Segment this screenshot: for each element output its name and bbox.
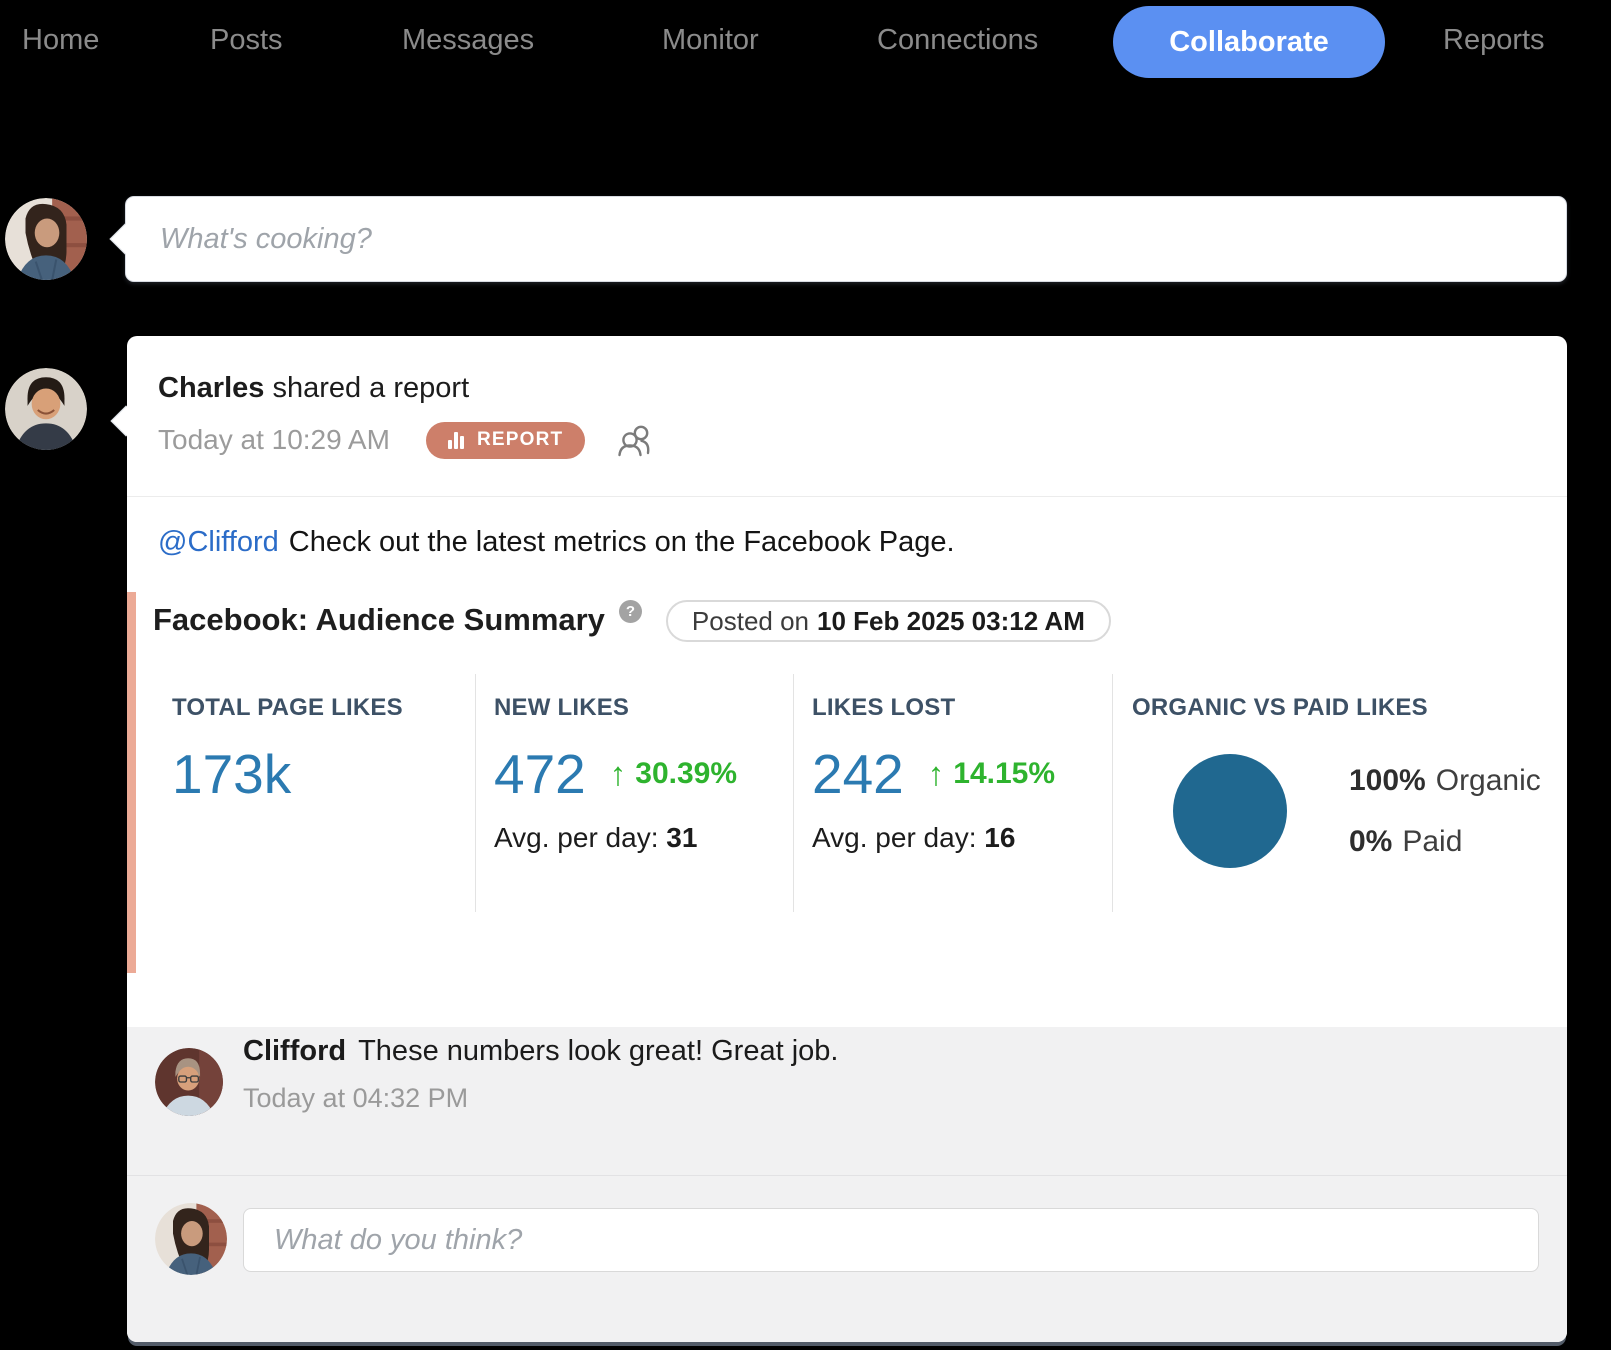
- nav-item-home[interactable]: Home: [22, 0, 99, 80]
- bar-chart-icon: [447, 431, 464, 449]
- nav-item-connections[interactable]: Connections: [877, 0, 1038, 80]
- team-icon[interactable]: [617, 424, 653, 457]
- metric-change-pct: 14.15%: [953, 757, 1056, 790]
- legend-pct: 100%: [1349, 763, 1426, 797]
- pie-legend: 100% Organic 0% Paid: [1349, 764, 1541, 859]
- legend-organic: 100% Organic: [1349, 764, 1541, 798]
- metric-label: NEW LIKES: [494, 694, 630, 721]
- posted-on-label: Posted on: [691, 605, 810, 636]
- nav-item-messages[interactable]: Messages: [402, 0, 534, 80]
- comments-section: Clifford These numbers look great! Great …: [127, 1027, 1567, 1342]
- legend-paid: 0% Paid: [1349, 825, 1541, 859]
- comment: Clifford These numbers look great! Great …: [243, 1035, 838, 1068]
- organic-paid-pie-chart: [1173, 754, 1287, 868]
- post-card: Charles shared a report Today at 10:29 A…: [110, 336, 1567, 1342]
- metric-total-page-likes: TOTAL PAGE LIKES 173k: [127, 674, 475, 912]
- post-header: Charles shared a report: [158, 372, 469, 405]
- avatar-clifford: [155, 1048, 223, 1116]
- collaborate-page: Home Posts Messages Monitor Connections …: [0, 0, 1611, 1350]
- metric-avg-per-day: Avg. per day: 16: [812, 822, 1112, 854]
- posted-on-pill: Posted on 10 Feb 2025 03:12 AM: [665, 600, 1111, 642]
- comment-timestamp: Today at 04:32 PM: [243, 1083, 469, 1113]
- post-author: Charles: [158, 372, 265, 404]
- help-icon[interactable]: ?: [618, 600, 642, 623]
- comment-reply-input[interactable]: [244, 1209, 1538, 1271]
- metric-value: 472: [494, 743, 586, 805]
- metric-new-likes: NEW LIKES 472 ↑ 30.39% Avg. per day: 31: [475, 674, 793, 912]
- header-divider: [127, 496, 1567, 497]
- report-badge-label: REPORT: [476, 429, 564, 450]
- reply-input-wrap: [243, 1208, 1539, 1272]
- avatar-current-user: [5, 198, 87, 280]
- post-card-tail: [110, 405, 142, 437]
- avg-value: 16: [984, 822, 1016, 853]
- metric-label: TOTAL PAGE LIKES: [172, 694, 403, 721]
- report-metrics: TOTAL PAGE LIKES 173k NEW LIKES 472 ↑ 30…: [127, 674, 1567, 912]
- metric-value: 242: [812, 743, 904, 805]
- up-arrow-icon: ↑: [927, 755, 945, 792]
- avg-value: 31: [666, 822, 698, 853]
- metric-avg-per-day: Avg. per day: 31: [494, 822, 793, 854]
- comments-divider: [127, 1175, 1567, 1176]
- legend-pct: 0%: [1349, 824, 1393, 858]
- comment-body: These numbers look great! Great job.: [358, 1035, 839, 1067]
- report-title: Facebook: Audience Summary: [153, 602, 605, 637]
- nav-item-monitor[interactable]: Monitor: [662, 0, 759, 80]
- metric-label: LIKES LOST: [812, 694, 956, 721]
- post-meta: Today at 10:29 AM REPORT: [158, 420, 653, 460]
- metric-label: ORGANIC VS PAID LIKES: [1132, 694, 1428, 721]
- metric-change-pct: 30.39%: [635, 757, 738, 790]
- comment-author: Clifford: [243, 1035, 347, 1067]
- status-composer-input[interactable]: [126, 197, 1566, 281]
- nav-item-posts[interactable]: Posts: [210, 0, 283, 80]
- report-badge: REPORT: [425, 421, 586, 459]
- post-message: @Clifford Check out the latest metrics on…: [158, 526, 955, 559]
- avg-label: Avg. per day:: [812, 822, 977, 853]
- up-arrow-icon: ↑: [609, 755, 627, 792]
- legend-name: Paid: [1402, 824, 1463, 858]
- post-action: shared a report: [272, 372, 470, 404]
- composer-bubble: [109, 196, 1567, 282]
- avg-label: Avg. per day:: [494, 822, 659, 853]
- metric-value: 173k: [172, 743, 292, 805]
- avatar-current-user: [155, 1203, 227, 1275]
- report-title-row: Facebook: Audience Summary ? Posted on 1…: [153, 600, 1111, 642]
- post-message-text: Check out the latest metrics on the Face…: [288, 526, 955, 558]
- mention-link[interactable]: @Clifford: [158, 526, 279, 558]
- nav-item-collaborate-active[interactable]: Collaborate: [1113, 6, 1385, 78]
- metric-likes-lost: LIKES LOST 242 ↑ 14.15% Avg. per day: 16: [793, 674, 1112, 912]
- nav-item-reports[interactable]: Reports: [1443, 0, 1545, 80]
- legend-name: Organic: [1435, 763, 1541, 797]
- post-timestamp: Today at 10:29 AM: [158, 424, 390, 455]
- avatar-charles: [5, 368, 87, 450]
- metric-organic-vs-paid: ORGANIC VS PAID LIKES 100% Organic 0% Paid: [1112, 674, 1567, 912]
- posted-on-datetime: 10 Feb 2025 03:12 AM: [817, 605, 1085, 636]
